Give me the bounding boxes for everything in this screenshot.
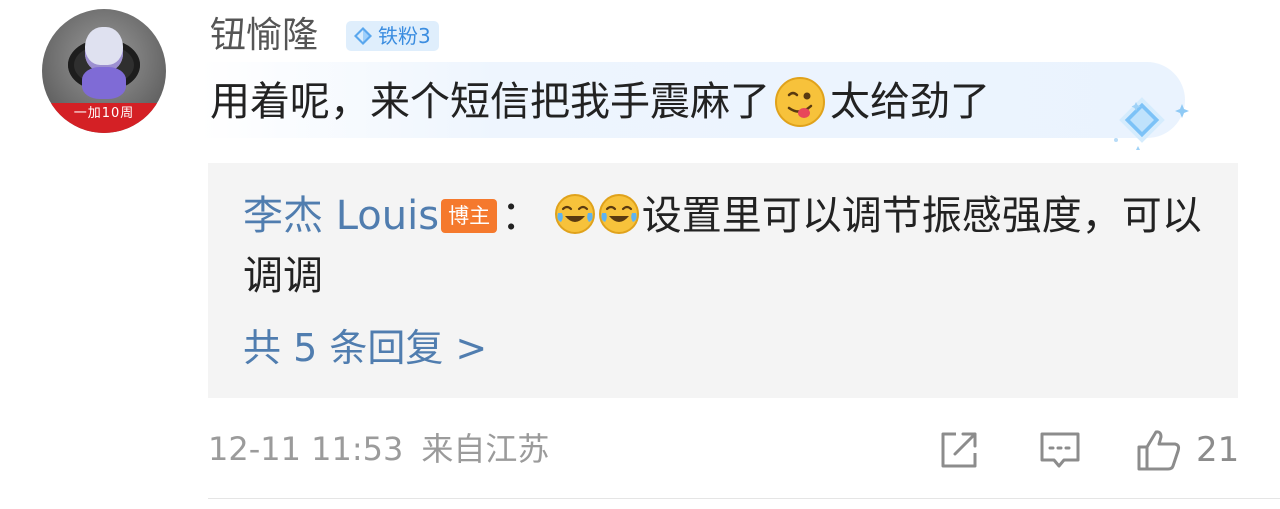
licking-lips-emoji-icon (775, 77, 825, 127)
comment-location: 来自江苏 (421, 430, 550, 468)
like-count: 21 (1196, 430, 1240, 470)
comment-bubble-icon (1040, 432, 1080, 468)
comment-text-part-1: 用着呢，来个短信把我手震麻了 (210, 79, 770, 125)
laughing-tears-emoji-icon (598, 194, 639, 234)
blogger-badge: 博主 (441, 199, 498, 233)
comment-text-part-2: 太给劲了 (830, 79, 990, 125)
reply-line: 李杰 Louis 博主： 设置里可以调节振感强度，可以调调 (243, 186, 1203, 306)
fan-level-badge[interactable]: 铁粉3 (346, 21, 439, 51)
comment-username[interactable]: 钮愉隆 (210, 12, 318, 60)
avatar-toy-body (82, 67, 126, 99)
avatar[interactable]: 一加10周 (42, 9, 166, 133)
share-button[interactable] (938, 428, 980, 472)
share-external-icon (941, 432, 977, 468)
view-all-replies-link[interactable]: 共 5 条回复 > (243, 320, 487, 376)
avatar-toy-head (85, 27, 123, 71)
fan-badge-label: 铁粉3 (378, 24, 431, 48)
comment-button[interactable] (1038, 428, 1082, 472)
avatar-caption: 一加10周 (42, 103, 166, 133)
reply-separator: ： (501, 193, 542, 239)
laughing-tears-emoji-icon (554, 194, 595, 234)
like-button[interactable]: 21 (1136, 428, 1239, 472)
reply-author-name[interactable]: 李杰 Louis (243, 193, 439, 239)
comment-divider (208, 498, 1280, 499)
comment-text: 用着呢，来个短信把我手震麻了 太给劲了 (210, 74, 990, 130)
thumbs-up-icon (1137, 430, 1181, 471)
diamond-sparkle-icon (1114, 97, 1189, 150)
comment-meta: 12-11 11:53 来自江苏 (208, 426, 549, 472)
comment-timestamp: 12-11 11:53 (208, 430, 404, 468)
diamond-icon (354, 27, 372, 45)
